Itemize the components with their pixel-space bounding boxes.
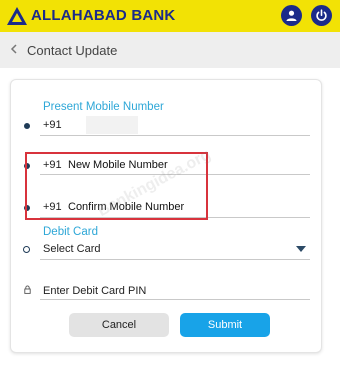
bank-logo-icon [7, 7, 27, 25]
present-mobile-bullet [24, 123, 30, 129]
debit-pin-input[interactable]: Enter Debit Card PIN [43, 285, 146, 297]
page-title: Contact Update [27, 43, 118, 58]
present-mobile-label: Present Mobile Number [43, 101, 164, 113]
logout-button[interactable] [311, 5, 332, 26]
bank-name: ALLAHABAD BANK [31, 7, 176, 24]
submit-button[interactable]: Submit [180, 313, 270, 337]
present-mobile-masked-value [86, 116, 138, 134]
debit-card-select[interactable]: Select Card [43, 243, 100, 255]
top-bar: ALLAHABAD BANK [0, 0, 340, 32]
caret-down-icon[interactable] [296, 246, 306, 252]
debit-card-bullet [23, 246, 30, 253]
power-icon [316, 9, 327, 21]
profile-button[interactable] [281, 5, 302, 26]
cancel-button[interactable]: Cancel [69, 313, 169, 337]
lock-icon [24, 285, 31, 294]
chevron-left-icon[interactable] [8, 41, 20, 57]
present-mobile-prefix: +91 [43, 119, 62, 131]
present-mobile-underline [40, 135, 310, 136]
debit-card-label: Debit Card [43, 226, 98, 238]
user-icon [286, 10, 297, 21]
debit-card-underline [40, 259, 310, 260]
debit-pin-underline [40, 299, 310, 300]
header-bar: Contact Update [0, 32, 340, 68]
app-root: ALLAHABAD BANK Contact Update Present Mo… [0, 0, 340, 381]
